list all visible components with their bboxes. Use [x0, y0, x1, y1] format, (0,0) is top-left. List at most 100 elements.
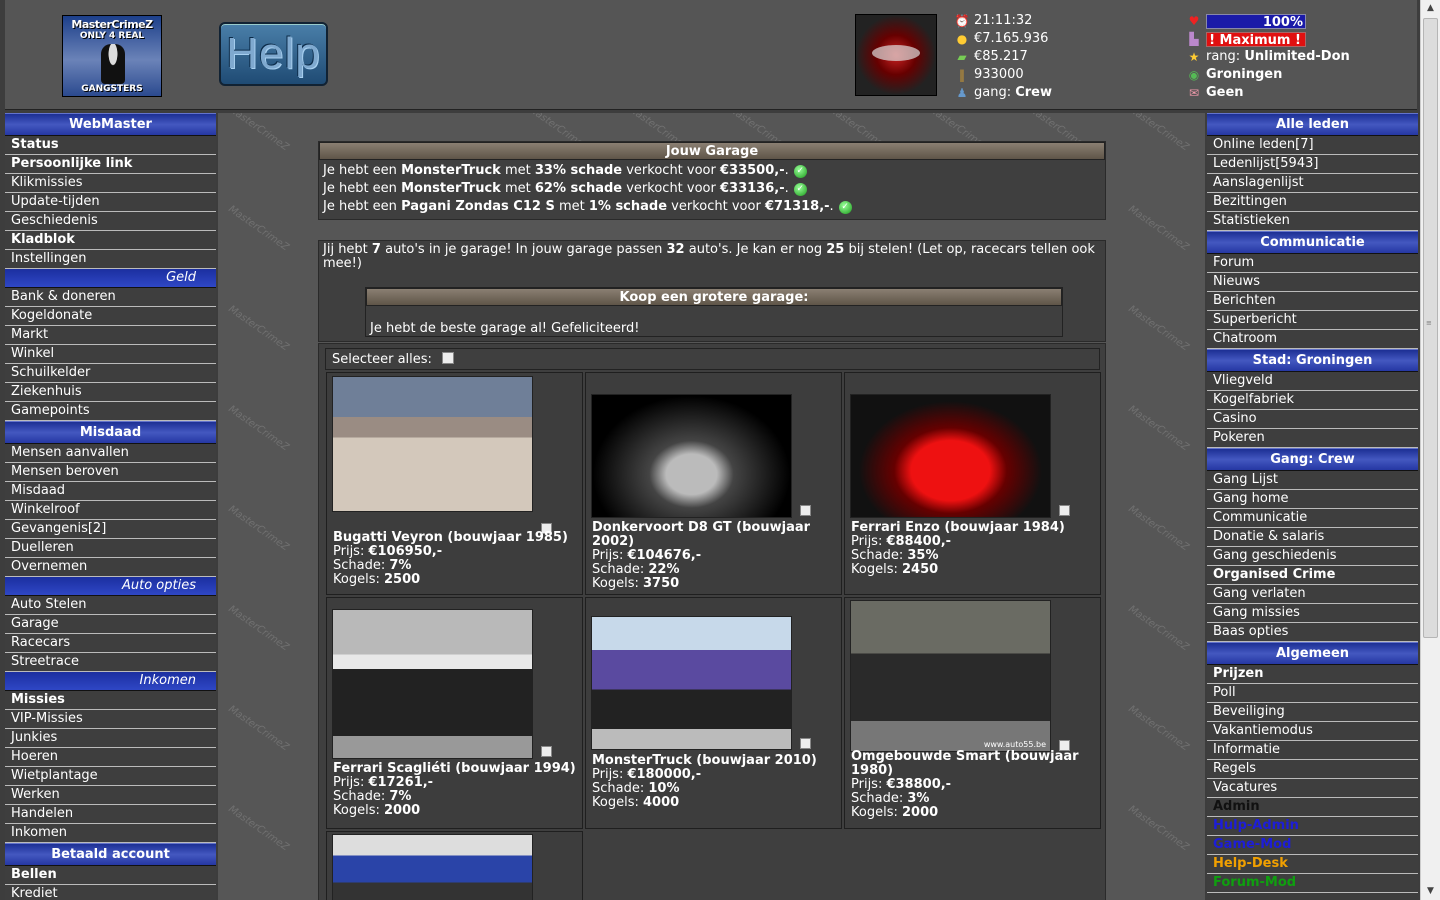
menu-item-winkel[interactable]: Winkel — [5, 345, 216, 364]
menu-item-geschiedenis[interactable]: Geschiedenis — [5, 212, 216, 231]
menu-item-pokeren[interactable]: Pokeren — [1207, 429, 1418, 448]
menu-item-communicatie[interactable]: Communicatie — [1207, 509, 1418, 528]
menu-item-online-leden-7[interactable]: Online leden[7] — [1207, 136, 1418, 155]
car-select-checkbox[interactable] — [541, 746, 552, 757]
car-price: €88400,- — [886, 534, 952, 549]
rank-prefix: rang: — [1206, 49, 1241, 64]
menu-item-casino[interactable]: Casino — [1207, 410, 1418, 429]
menu-item-wietplantage[interactable]: Wietplantage — [5, 767, 216, 786]
menu-item-bank-doneren[interactable]: Bank & doneren — [5, 288, 216, 307]
time-stat: ⏰ 21:11:32 — [953, 12, 1052, 30]
menu-item-auto-stelen[interactable]: Auto Stelen — [5, 596, 216, 615]
scroll-down-icon[interactable]: ▼ — [1421, 883, 1440, 900]
menu-item-handelen[interactable]: Handelen — [5, 805, 216, 824]
menu-item-aanslagenlijst[interactable]: Aanslagenlijst — [1207, 174, 1418, 193]
menu-item-gamepoints[interactable]: Gamepoints — [5, 402, 216, 421]
menu-item-beveiliging[interactable]: Beveiliging — [1207, 703, 1418, 722]
menu-item-overnemen[interactable]: Overnemen — [5, 558, 216, 577]
menu-item-schuilkelder[interactable]: Schuilkelder — [5, 364, 216, 383]
menu-item-gang-missies[interactable]: Gang missies — [1207, 604, 1418, 623]
menu-item-gang-verlaten[interactable]: Gang verlaten — [1207, 585, 1418, 604]
menu-item-vliegveld[interactable]: Vliegveld — [1207, 372, 1418, 391]
bullets-value: 933000 — [974, 67, 1024, 82]
menu-section-betaald-account: Betaald account — [5, 843, 216, 866]
menu-item-update-tijden[interactable]: Update-tijden — [5, 193, 216, 212]
menu-item-krediet[interactable]: Krediet — [5, 885, 216, 900]
menu-item-hoeren[interactable]: Hoeren — [5, 748, 216, 767]
menu-item-poll[interactable]: Poll — [1207, 684, 1418, 703]
car-name: Ferrari Scagliéti (bouwjaar 1994) — [333, 761, 576, 776]
menu-item-missies[interactable]: Missies — [5, 691, 216, 710]
car-select-checkbox[interactable] — [1059, 505, 1070, 516]
menu-item-winkelroof[interactable]: Winkelroof — [5, 501, 216, 520]
menu-item-status[interactable]: Status — [5, 136, 216, 155]
menu-item-kogeldonate[interactable]: Kogeldonate — [5, 307, 216, 326]
messages-value[interactable]: Geen — [1206, 84, 1244, 102]
car-details: Omgebouwde Smart (bouwjaar 1980) Prijs: €… — [851, 750, 1099, 820]
scroll-thumb[interactable] — [1423, 18, 1438, 638]
avatar[interactable] — [855, 14, 937, 96]
car-image[interactable] — [850, 394, 1051, 518]
car-select-checkbox[interactable] — [800, 505, 811, 516]
help-button[interactable]: Help — [219, 22, 328, 86]
car-image[interactable] — [591, 616, 792, 750]
city-value[interactable]: Groningen — [1206, 66, 1282, 84]
menu-item-ziekenhuis[interactable]: Ziekenhuis — [5, 383, 216, 402]
menu-item-vacatures[interactable]: Vacatures — [1207, 779, 1418, 798]
menu-item-racecars[interactable]: Racecars — [5, 634, 216, 653]
menu-item-kladblok[interactable]: Kladblok — [5, 231, 216, 250]
menu-item-forum[interactable]: Forum — [1207, 254, 1418, 273]
car-select-checkbox[interactable] — [800, 738, 811, 749]
page-scrollbar[interactable]: ▲ ≡ ▼ — [1420, 0, 1440, 900]
menu-item-garage[interactable]: Garage — [5, 615, 216, 634]
menu-item-donatie-salaris[interactable]: Donatie & salaris — [1207, 528, 1418, 547]
menu-item-hulp-admin[interactable]: Hulp-Admin — [1207, 817, 1418, 836]
menu-item-berichten[interactable]: Berichten — [1207, 292, 1418, 311]
menu-item-persoonlijke-link[interactable]: Persoonlijke link — [5, 155, 216, 174]
car-image[interactable] — [332, 834, 533, 900]
menu-item-chatroom[interactable]: Chatroom — [1207, 330, 1418, 349]
gang-value[interactable]: Crew — [1015, 84, 1052, 102]
menu-item-kogelfabriek[interactable]: Kogelfabriek — [1207, 391, 1418, 410]
menu-item-werken[interactable]: Werken — [5, 786, 216, 805]
menu-item-admin[interactable]: Admin — [1207, 798, 1418, 817]
menu-item-duelleren[interactable]: Duelleren — [5, 539, 216, 558]
menu-item-regels[interactable]: Regels — [1207, 760, 1418, 779]
menu-item-game-mod[interactable]: Game-Mod — [1207, 836, 1418, 855]
menu-item-instellingen[interactable]: Instellingen — [5, 250, 216, 269]
menu-item-help-desk[interactable]: Help-Desk — [1207, 855, 1418, 874]
menu-item-vip-missies[interactable]: VIP-Missies — [5, 710, 216, 729]
menu-item-markt[interactable]: Markt — [5, 326, 216, 345]
menu-item-mensen-beroven[interactable]: Mensen beroven — [5, 463, 216, 482]
menu-item-gang-geschiedenis[interactable]: Gang geschiedenis — [1207, 547, 1418, 566]
car-price-row: Prijs: €106950,- — [333, 545, 581, 559]
menu-item-junkies[interactable]: Junkies — [5, 729, 216, 748]
menu-item-superbericht[interactable]: Superbericht — [1207, 311, 1418, 330]
menu-item-bezittingen[interactable]: Bezittingen — [1207, 193, 1418, 212]
menu-item-misdaad[interactable]: Misdaad — [5, 482, 216, 501]
car-image[interactable] — [591, 394, 792, 518]
car-image[interactable]: www.auto55.be — [850, 600, 1051, 752]
menu-item-inkomen[interactable]: Inkomen — [5, 824, 216, 843]
menu-item-statistieken[interactable]: Statistieken — [1207, 212, 1418, 231]
menu-item-bellen[interactable]: Bellen — [5, 866, 216, 885]
menu-item-mensen-aanvallen[interactable]: Mensen aanvallen — [5, 444, 216, 463]
menu-item-klikmissies[interactable]: Klikmissies — [5, 174, 216, 193]
menu-item-organised-crime[interactable]: Organised Crime — [1207, 566, 1418, 585]
menu-item-baas-opties[interactable]: Baas opties — [1207, 623, 1418, 642]
city-stat: ◉ Groningen — [1185, 66, 1350, 84]
menu-item-informatie[interactable]: Informatie — [1207, 741, 1418, 760]
car-image[interactable] — [332, 609, 533, 759]
menu-item-gevangenis-2[interactable]: Gevangenis[2] — [5, 520, 216, 539]
menu-item-vakantiemodus[interactable]: Vakantiemodus — [1207, 722, 1418, 741]
site-logo[interactable]: MasterCrimeZ ONLY 4 REAL GANGSTERS — [62, 15, 162, 97]
scroll-up-icon[interactable]: ▲ — [1421, 0, 1440, 17]
menu-item-streetrace[interactable]: Streetrace — [5, 653, 216, 672]
menu-item-ledenlijst-5943[interactable]: Ledenlijst[5943] — [1207, 155, 1418, 174]
menu-item-prijzen[interactable]: Prijzen — [1207, 665, 1418, 684]
menu-item-gang-lijst[interactable]: Gang Lijst — [1207, 471, 1418, 490]
car-image[interactable] — [332, 376, 533, 512]
menu-item-gang-home[interactable]: Gang home — [1207, 490, 1418, 509]
menu-item-nieuws[interactable]: Nieuws — [1207, 273, 1418, 292]
menu-item-forum-mod[interactable]: Forum-Mod — [1207, 874, 1418, 893]
